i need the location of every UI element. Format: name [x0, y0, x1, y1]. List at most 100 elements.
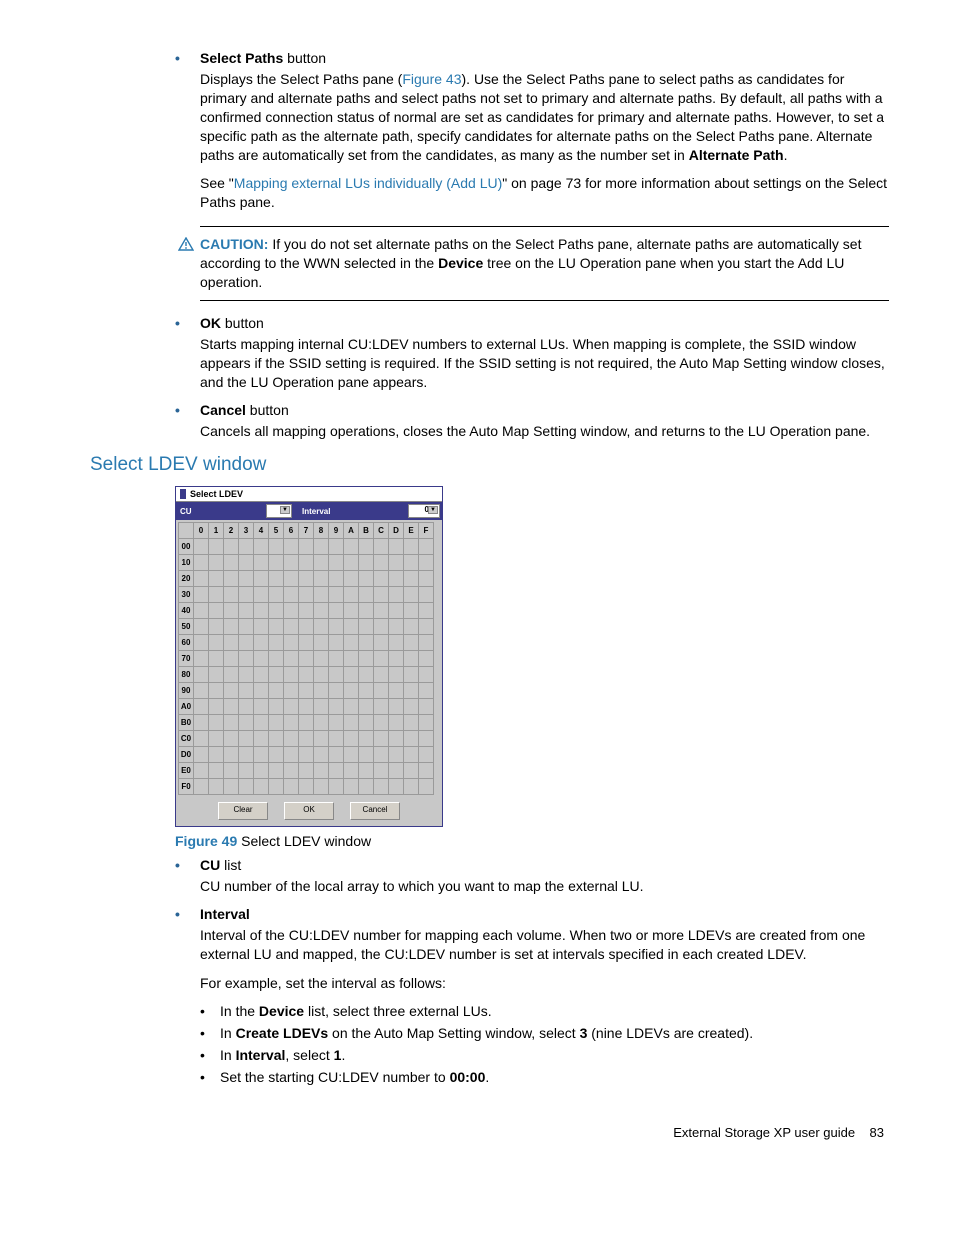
grid-cell[interactable]: [404, 699, 419, 715]
grid-cell[interactable]: [389, 715, 404, 731]
grid-cell[interactable]: [224, 555, 239, 571]
grid-cell[interactable]: [239, 763, 254, 779]
grid-cell[interactable]: [359, 635, 374, 651]
grid-cell[interactable]: [209, 779, 224, 795]
grid-cell[interactable]: [344, 683, 359, 699]
grid-cell[interactable]: [314, 731, 329, 747]
grid-cell[interactable]: [419, 555, 434, 571]
grid-cell[interactable]: [329, 747, 344, 763]
grid-cell[interactable]: [254, 731, 269, 747]
grid-cell[interactable]: [419, 571, 434, 587]
grid-cell[interactable]: [359, 715, 374, 731]
grid-cell[interactable]: [329, 635, 344, 651]
grid-cell[interactable]: [419, 699, 434, 715]
grid-cell[interactable]: [209, 763, 224, 779]
grid-cell[interactable]: [209, 731, 224, 747]
grid-cell[interactable]: [284, 539, 299, 555]
grid-cell[interactable]: [419, 667, 434, 683]
grid-cell[interactable]: [224, 715, 239, 731]
grid-cell[interactable]: [419, 587, 434, 603]
grid-cell[interactable]: [224, 731, 239, 747]
grid-cell[interactable]: [419, 651, 434, 667]
grid-cell[interactable]: [299, 603, 314, 619]
grid-cell[interactable]: [269, 747, 284, 763]
grid-cell[interactable]: [254, 539, 269, 555]
grid-cell[interactable]: [194, 763, 209, 779]
grid-cell[interactable]: [314, 571, 329, 587]
grid-cell[interactable]: [239, 587, 254, 603]
grid-cell[interactable]: [209, 619, 224, 635]
grid-cell[interactable]: [194, 731, 209, 747]
grid-cell[interactable]: [284, 683, 299, 699]
grid-cell[interactable]: [344, 667, 359, 683]
grid-cell[interactable]: [239, 603, 254, 619]
grid-cell[interactable]: [359, 651, 374, 667]
grid-cell[interactable]: [314, 763, 329, 779]
grid-cell[interactable]: [209, 699, 224, 715]
grid-cell[interactable]: [314, 715, 329, 731]
grid-cell[interactable]: [194, 715, 209, 731]
grid-cell[interactable]: [404, 683, 419, 699]
grid-cell[interactable]: [389, 667, 404, 683]
grid-cell[interactable]: [269, 715, 284, 731]
grid-cell[interactable]: [314, 683, 329, 699]
grid-cell[interactable]: [284, 667, 299, 683]
grid-cell[interactable]: [359, 571, 374, 587]
grid-cell[interactable]: [389, 763, 404, 779]
grid-cell[interactable]: [224, 699, 239, 715]
grid-cell[interactable]: [329, 715, 344, 731]
grid-cell[interactable]: [329, 731, 344, 747]
grid-cell[interactable]: [359, 603, 374, 619]
grid-cell[interactable]: [284, 651, 299, 667]
grid-cell[interactable]: [314, 603, 329, 619]
grid-cell[interactable]: [239, 699, 254, 715]
grid-cell[interactable]: [329, 603, 344, 619]
grid-cell[interactable]: [254, 715, 269, 731]
grid-cell[interactable]: [269, 539, 284, 555]
grid-cell[interactable]: [344, 747, 359, 763]
grid-cell[interactable]: [224, 763, 239, 779]
grid-cell[interactable]: [254, 603, 269, 619]
grid-cell[interactable]: [374, 715, 389, 731]
grid-cell[interactable]: [374, 667, 389, 683]
grid-cell[interactable]: [284, 555, 299, 571]
grid-cell[interactable]: [314, 779, 329, 795]
grid-cell[interactable]: [209, 587, 224, 603]
grid-cell[interactable]: [329, 587, 344, 603]
grid-cell[interactable]: [209, 651, 224, 667]
grid-cell[interactable]: [224, 683, 239, 699]
grid-cell[interactable]: [284, 715, 299, 731]
grid-cell[interactable]: [404, 715, 419, 731]
grid-cell[interactable]: [419, 779, 434, 795]
grid-cell[interactable]: [314, 635, 329, 651]
grid-cell[interactable]: [404, 779, 419, 795]
cancel-dialog-button[interactable]: Cancel: [350, 802, 400, 820]
grid-cell[interactable]: [194, 635, 209, 651]
grid-cell[interactable]: [194, 587, 209, 603]
grid-cell[interactable]: [329, 555, 344, 571]
grid-cell[interactable]: [404, 747, 419, 763]
grid-cell[interactable]: [299, 555, 314, 571]
grid-cell[interactable]: [269, 635, 284, 651]
grid-cell[interactable]: [299, 779, 314, 795]
grid-cell[interactable]: [374, 603, 389, 619]
grid-cell[interactable]: [389, 731, 404, 747]
grid-cell[interactable]: [344, 539, 359, 555]
grid-cell[interactable]: [224, 667, 239, 683]
figure-43-link[interactable]: Figure 43: [402, 71, 461, 87]
grid-cell[interactable]: [269, 763, 284, 779]
grid-cell[interactable]: [269, 683, 284, 699]
grid-cell[interactable]: [389, 603, 404, 619]
grid-cell[interactable]: [194, 667, 209, 683]
grid-cell[interactable]: [329, 539, 344, 555]
grid-cell[interactable]: [389, 539, 404, 555]
grid-cell[interactable]: [299, 619, 314, 635]
grid-cell[interactable]: [284, 587, 299, 603]
grid-cell[interactable]: [389, 555, 404, 571]
grid-cell[interactable]: [284, 779, 299, 795]
grid-cell[interactable]: [194, 651, 209, 667]
grid-cell[interactable]: [329, 651, 344, 667]
grid-cell[interactable]: [404, 587, 419, 603]
grid-cell[interactable]: [344, 619, 359, 635]
grid-cell[interactable]: [209, 539, 224, 555]
